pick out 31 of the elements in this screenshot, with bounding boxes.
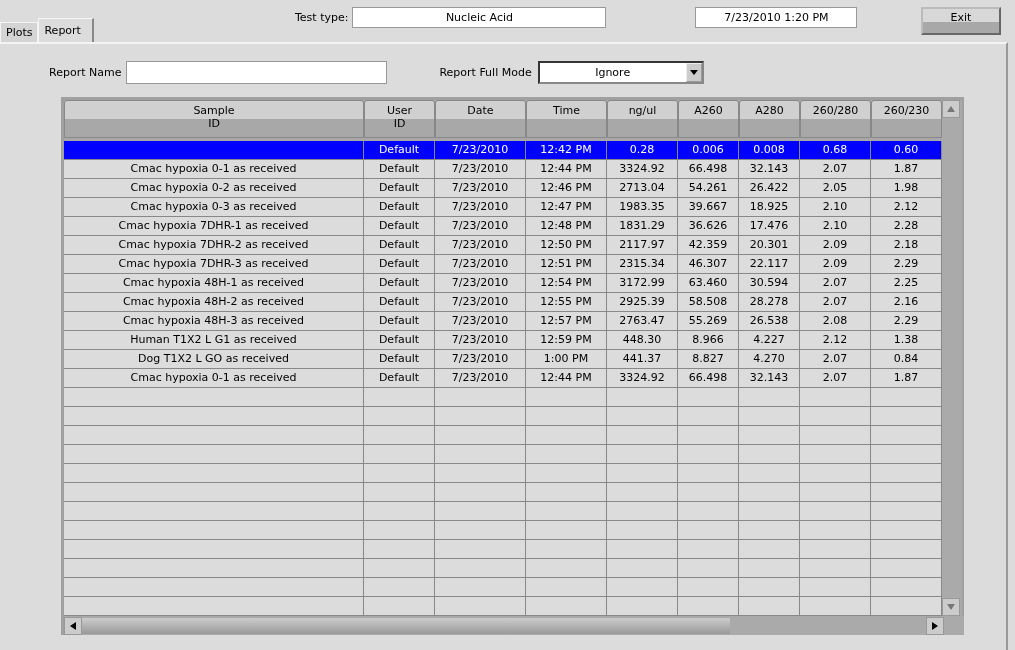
table-cell: 12:44 PM [526,369,607,388]
column-header[interactable]: A280 [739,100,800,138]
table-cell: 3324.92 [607,369,678,388]
datetime-field: 7/23/2010 1:20 PM [695,7,858,28]
report-full-mode-dropdown[interactable]: Ignore [537,60,704,84]
report-name-label: Report Name [49,65,122,79]
report-full-mode-label: Report Full Mode [439,65,532,79]
scroll-up-icon[interactable] [942,100,960,118]
column-header[interactable]: A260 [678,100,739,138]
column-header[interactable]: Sample ID [64,100,364,138]
table-cell: 66.498 [678,369,739,388]
report-name-field[interactable] [126,60,388,84]
column-header[interactable]: ng/ul [607,100,678,138]
column-header[interactable]: Time [526,100,607,138]
scroll-left-icon[interactable] [64,616,82,635]
tab[interactable]: Plots [0,22,39,42]
table-cell: 32.143 [739,369,800,388]
column-header[interactable]: Date [435,100,526,138]
column-header[interactable]: 260/280 [800,100,871,138]
table-cell: 2.07 [800,369,871,388]
table-cell: Default [364,369,435,388]
scroll-right-icon[interactable] [926,616,944,635]
table-cell: Cmac hypoxia 0-1 as received [64,369,364,388]
test-type-field[interactable]: Nucleic Acid [352,7,607,28]
test-type-label: Test type: [295,11,349,24]
table-cell: 7/23/2010 [435,369,526,388]
column-header[interactable]: User ID [364,100,435,138]
column-header[interactable]: 260/230 [871,100,942,138]
scrollbar-thumb[interactable] [82,617,730,634]
tab[interactable]: Report [38,18,95,42]
exit-button[interactable]: Exit [921,7,1001,35]
